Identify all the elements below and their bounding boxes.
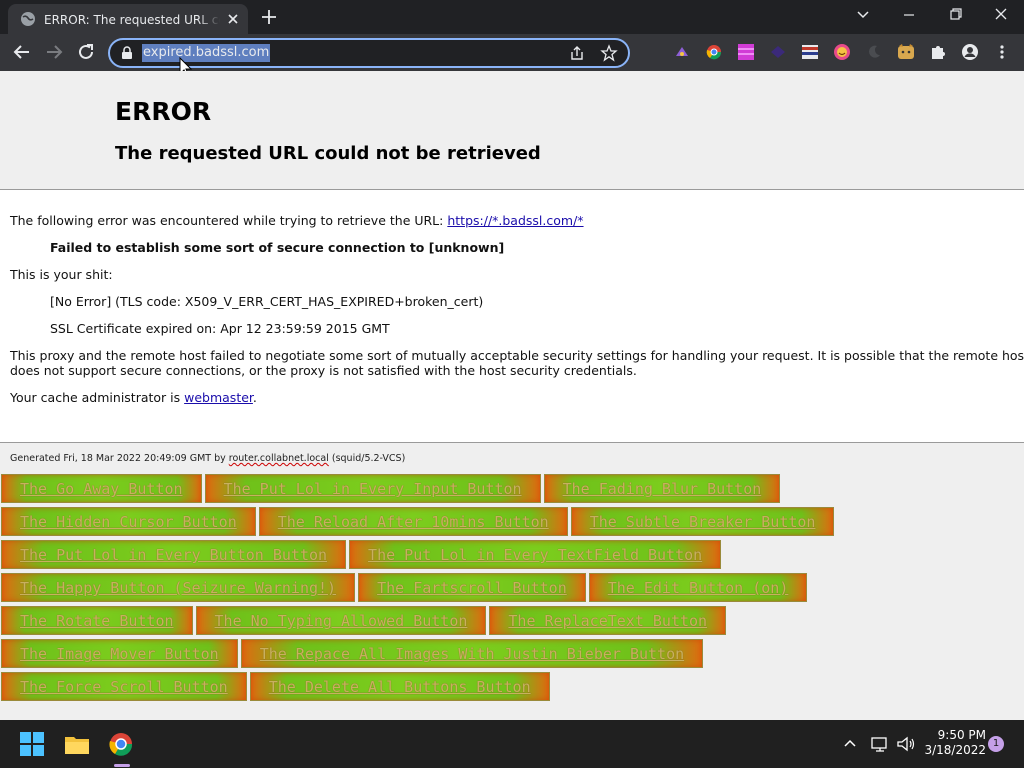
image-mover-button[interactable]: The Image Mover Button <box>1 639 238 668</box>
proxy-explanation-line1: This proxy and the remote host failed to… <box>10 348 1024 363</box>
subtle-breaker-button[interactable]: The Subtle Breaker Button <box>570 507 835 536</box>
taskbar: 9:50 PM 3/18/2022 1 <box>0 720 1024 768</box>
failure-message: Failed to establish some sort of secure … <box>50 240 505 255</box>
shit-label: This is your shit: <box>10 267 113 282</box>
footer-area: Generated Fri, 18 Mar 2022 20:49:09 GMT … <box>0 442 1024 721</box>
cache-suffix: . <box>252 390 257 405</box>
reload-icon[interactable] <box>74 40 98 64</box>
tab-title: ERROR: The requested URL could not be re… <box>44 11 220 29</box>
clock-date: 3/18/2022 <box>924 743 986 757</box>
network-icon[interactable] <box>868 732 892 756</box>
active-app-indicator <box>114 764 130 767</box>
put-lol-textfield-button[interactable]: The Put Lol in Every TextField Button <box>349 540 722 569</box>
button-row-2: The Hidden Cursor Button The Reload Afte… <box>1 507 837 538</box>
generated-host: router.collabnet.local <box>228 453 329 464</box>
chrome-taskbar-icon[interactable] <box>107 730 135 758</box>
put-lol-button-button[interactable]: The Put Lol in Every Button Button <box>1 540 347 569</box>
button-row-6: The Image Mover Button The Repace All Im… <box>1 639 706 670</box>
error-subtitle: The requested URL could not be retrieved <box>115 143 541 164</box>
clock[interactable]: 9:50 PM 3/18/2022 <box>916 728 986 758</box>
ext-stripes-icon[interactable] <box>801 43 819 61</box>
error-title: ERROR <box>115 97 212 126</box>
tab-close-icon[interactable] <box>224 10 242 28</box>
minimize-button[interactable] <box>886 0 932 32</box>
puzzle-icon[interactable] <box>929 43 947 61</box>
ext-purple-icon[interactable] <box>673 43 691 61</box>
fartscroll-button[interactable]: The Fartscroll Button <box>358 573 586 602</box>
button-row-4: The Happy Button (Seizure Warning!) The … <box>1 573 810 604</box>
tab-search-icon[interactable] <box>840 0 886 32</box>
force-scroll-button[interactable]: The Force Scroll Button <box>1 672 247 701</box>
generated-suffix: (squid/5.2-VCS) <box>328 453 406 464</box>
ext-doge-icon[interactable] <box>897 43 915 61</box>
error-header: ERROR The requested URL could not be ret… <box>0 71 1024 190</box>
restore-button[interactable] <box>932 0 978 32</box>
cache-prefix: Your cache administrator is <box>10 390 185 405</box>
clock-time: 9:50 PM <box>937 728 986 742</box>
generated-info: Generated Fri, 18 Mar 2022 20:49:09 GMT … <box>10 453 405 464</box>
windows-start-icon[interactable] <box>18 730 46 758</box>
replacetext-button[interactable]: The ReplaceText Button <box>489 606 727 635</box>
button-row-3: The Put Lol in Every Button Button The P… <box>1 540 724 571</box>
webmaster-link[interactable]: webmaster <box>184 390 253 405</box>
tls-code-line: [No Error] (TLS code: X509_V_ERR_CERT_HA… <box>50 294 484 309</box>
globe-icon <box>21 12 35 26</box>
ext-face-icon[interactable] <box>833 43 851 61</box>
generated-prefix: Generated Fri, 18 Mar 2022 20:49:09 GMT … <box>10 453 229 464</box>
forward-icon[interactable] <box>42 40 66 64</box>
reload-10mins-button[interactable]: The Reload After 10mins Button <box>258 507 568 536</box>
justin-bieber-button[interactable]: The Repace All Images With Justin Bieber… <box>240 639 704 668</box>
delete-all-buttons-button[interactable]: The Delete All Buttons Button <box>249 672 550 701</box>
ext-dark-icon[interactable] <box>769 43 787 61</box>
chevron-up-icon[interactable] <box>838 732 862 756</box>
volume-icon[interactable] <box>894 732 918 756</box>
lock-icon[interactable] <box>120 46 134 60</box>
happy-button[interactable]: The Happy Button (Seizure Warning!) <box>1 573 356 602</box>
new-tab-button[interactable] <box>258 6 280 28</box>
back-icon[interactable] <box>10 40 34 64</box>
error-intro: The following error was encountered whil… <box>10 213 584 228</box>
edit-button[interactable]: The Edit Button (on) <box>588 573 808 602</box>
ext-pink-grid-icon[interactable] <box>737 43 755 61</box>
cache-admin-line: Your cache administrator is webmaster. <box>10 390 257 405</box>
rotate-button[interactable]: The Rotate Button <box>1 606 193 635</box>
no-typing-button[interactable]: The No Typing Allowed Button <box>195 606 487 635</box>
browser-toolbar: expired.badssl.com <box>0 34 1024 71</box>
ext-moon-icon[interactable] <box>865 43 883 61</box>
button-row-5: The Rotate Button The No Typing Allowed … <box>1 606 729 637</box>
button-row-7: The Force Scroll Button The Delete All B… <box>1 672 553 703</box>
proxy-explanation-line2: does not support secure connections, or … <box>10 363 637 378</box>
browser-tab[interactable]: ERROR: The requested URL could not be re… <box>8 4 248 34</box>
ext-chrome-icon[interactable] <box>705 43 723 61</box>
share-icon[interactable] <box>568 44 586 62</box>
intro-text: The following error was encountered whil… <box>10 213 448 228</box>
file-explorer-icon[interactable] <box>63 730 91 758</box>
url-link[interactable]: https://*.badssl.com/* <box>447 213 583 228</box>
menu-dots-icon[interactable] <box>993 43 1011 61</box>
hidden-cursor-button[interactable]: The Hidden Cursor Button <box>1 507 256 536</box>
page-content: ERROR The requested URL could not be ret… <box>0 71 1024 721</box>
bookmark-star-icon[interactable] <box>600 44 618 62</box>
button-row-1: The Go Away Button The Put Lol in Every … <box>1 474 783 505</box>
fading-blur-button[interactable]: The Fading Blur Button <box>543 474 781 503</box>
put-lol-input-button[interactable]: The Put Lol in Every Input Button <box>204 474 541 503</box>
notification-badge[interactable]: 1 <box>988 736 1004 752</box>
profile-icon[interactable] <box>961 43 979 61</box>
url-text[interactable]: expired.badssl.com <box>142 44 271 62</box>
close-window-button[interactable] <box>978 0 1024 32</box>
tab-strip: ERROR: The requested URL could not be re… <box>0 0 1024 34</box>
go-away-button[interactable]: The Go Away Button <box>1 474 202 503</box>
ssl-expiry-line: SSL Certificate expired on: Apr 12 23:59… <box>50 321 390 336</box>
